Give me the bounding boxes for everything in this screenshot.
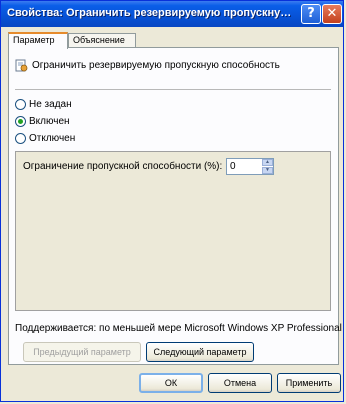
bandwidth-limit-value[interactable]: 0 bbox=[230, 161, 236, 172]
policy-heading: Ограничить резервируемую пропускную спос… bbox=[15, 59, 280, 72]
radio-label: Включен bbox=[29, 116, 70, 127]
radio-label: Не задан bbox=[29, 99, 72, 110]
apply-button[interactable]: Применить bbox=[277, 373, 341, 393]
tab-setting[interactable]: Параметр bbox=[8, 32, 68, 49]
tab-explain[interactable]: Объяснение bbox=[68, 33, 136, 48]
radio-button[interactable] bbox=[15, 116, 26, 127]
radio-not-configured[interactable]: Не задан bbox=[15, 99, 72, 110]
spinner-buttons: ▲ ▼ bbox=[262, 159, 273, 174]
spin-up-icon[interactable]: ▲ bbox=[262, 159, 273, 166]
window-title: Свойства: Ограничить резервируемую пропу… bbox=[7, 7, 299, 19]
next-setting-button[interactable]: Следующий параметр bbox=[146, 342, 254, 362]
previous-setting-button[interactable]: Предыдущий параметр bbox=[23, 342, 141, 362]
policy-name: Ограничить резервируемую пропускную спос… bbox=[32, 60, 280, 71]
close-button[interactable]: ✕ bbox=[322, 4, 342, 24]
radio-button[interactable] bbox=[15, 99, 26, 110]
policy-setting-icon bbox=[15, 59, 28, 72]
spin-down-icon[interactable]: ▼ bbox=[262, 167, 273, 174]
radio-label: Отключен bbox=[29, 133, 76, 144]
cancel-button[interactable]: Отмена bbox=[208, 373, 272, 393]
help-button[interactable]: ? bbox=[301, 4, 321, 24]
radio-button[interactable] bbox=[15, 133, 26, 144]
bandwidth-limit-spinner[interactable]: 0 ▲ ▼ bbox=[226, 158, 274, 175]
bandwidth-limit-label: Ограничение пропускной способности (%): bbox=[23, 161, 223, 172]
radio-disabled[interactable]: Отключен bbox=[15, 133, 75, 144]
options-group bbox=[15, 151, 331, 311]
title-bar[interactable]: Свойства: Ограничить резервируемую пропу… bbox=[1, 1, 343, 27]
properties-window: Свойства: Ограничить резервируемую пропу… bbox=[0, 0, 344, 402]
radio-enabled[interactable]: Включен bbox=[15, 116, 70, 127]
ok-button[interactable]: ОК bbox=[139, 373, 203, 393]
supported-on-text: Поддерживается: по меньшей мере Microsof… bbox=[15, 323, 342, 334]
separator bbox=[15, 89, 331, 90]
